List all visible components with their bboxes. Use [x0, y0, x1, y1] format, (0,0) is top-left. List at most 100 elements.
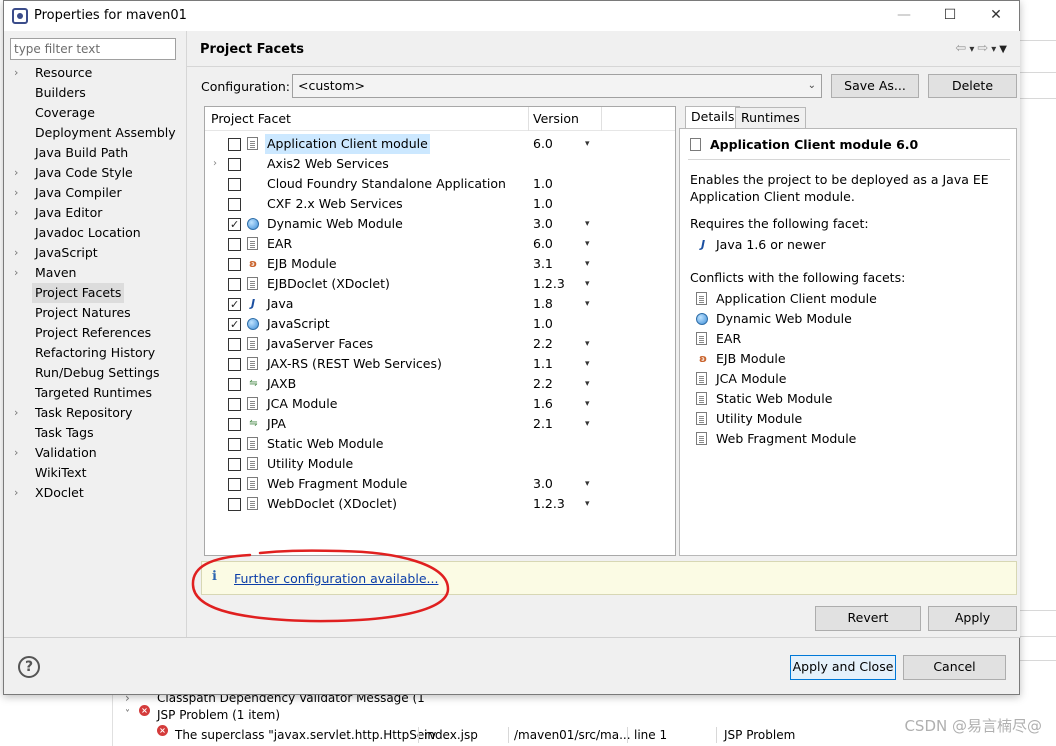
facet-row[interactable]: Utility Module [205, 454, 675, 474]
facet-row[interactable]: EJBDoclet (XDoclet) 1.2.3 ▾ [205, 274, 675, 294]
close-button[interactable]: ✕ [973, 1, 1019, 31]
help-icon[interactable]: ? [18, 656, 40, 678]
chevron-right-icon[interactable]: › [213, 154, 217, 174]
facet-checkbox[interactable] [228, 158, 241, 171]
facet-version[interactable]: 1.8 [533, 294, 553, 314]
column-header-facet[interactable]: Project Facet [211, 111, 291, 126]
save-as-button[interactable]: Save As... [831, 74, 919, 98]
facet-checkbox[interactable] [228, 178, 241, 191]
facet-checkbox[interactable] [228, 295, 241, 315]
facet-checkbox[interactable] [228, 478, 241, 491]
facet-row[interactable]: Dynamic Web Module 3.0 ▾ [205, 214, 675, 235]
facet-checkbox[interactable] [228, 258, 241, 271]
facet-version[interactable]: 2.1 [533, 414, 553, 434]
facet-checkbox[interactable] [228, 278, 241, 291]
version-dropdown-icon[interactable]: ▾ [585, 494, 590, 514]
chevron-right-icon[interactable]: › [14, 163, 18, 183]
facet-checkbox[interactable] [228, 378, 241, 391]
version-dropdown-icon[interactable]: ▾ [585, 394, 590, 414]
version-dropdown-icon[interactable]: ▾ [585, 274, 590, 294]
chevron-right-icon[interactable]: › [14, 403, 18, 423]
facet-version[interactable]: 1.2.3 [533, 494, 565, 514]
revert-button[interactable]: Revert [815, 606, 921, 631]
facet-version[interactable]: 6.0 [533, 134, 553, 154]
facet-checkbox[interactable] [228, 315, 241, 335]
version-dropdown-icon[interactable]: ▾ [585, 374, 590, 394]
facet-row[interactable]: Cloud Foundry Standalone Application 1.0 [205, 174, 675, 194]
facet-version[interactable]: 1.0 [533, 174, 553, 194]
chevron-right-icon[interactable]: › [14, 243, 18, 263]
facet-row[interactable]: EAR 6.0 ▾ [205, 234, 675, 254]
facet-row[interactable]: ʚ EJB Module 3.1 ▾ [205, 254, 675, 274]
version-dropdown-icon[interactable]: ▾ [585, 134, 590, 154]
title-bar[interactable]: Properties for maven01 — ☐ ✕ [4, 1, 1019, 31]
facet-row[interactable]: JAX-RS (REST Web Services) 1.1 ▾ [205, 354, 675, 374]
chevron-right-icon[interactable]: › [14, 63, 18, 83]
facet-version[interactable]: 2.2 [533, 334, 553, 354]
filter-input[interactable]: type filter text [10, 38, 176, 60]
version-dropdown-icon[interactable]: ▾ [585, 354, 590, 374]
facet-checkbox[interactable] [228, 338, 241, 351]
tab-details[interactable]: Details [685, 106, 741, 129]
tab-runtimes[interactable]: Runtimes [735, 107, 806, 128]
facet-version[interactable]: 1.0 [533, 314, 553, 334]
facet-checkbox[interactable] [228, 215, 241, 235]
view-menu-icon[interactable]: ▼ [999, 44, 1010, 55]
minimize-button[interactable]: — [881, 1, 927, 31]
doc-facet-icon [247, 357, 258, 370]
version-dropdown-icon[interactable]: ▾ [585, 254, 590, 274]
version-dropdown-icon[interactable]: ▾ [585, 474, 590, 494]
chevron-right-icon[interactable]: › [14, 443, 18, 463]
apply-and-close-button[interactable]: Apply and Close [790, 655, 896, 680]
facet-version[interactable]: 3.1 [533, 254, 553, 274]
version-dropdown-icon[interactable]: ▾ [585, 294, 590, 314]
facet-version[interactable]: 1.1 [533, 354, 553, 374]
facet-checkbox[interactable] [228, 358, 241, 371]
facet-row[interactable]: JavaScript 1.0 [205, 314, 675, 335]
cancel-button[interactable]: Cancel [903, 655, 1006, 680]
facet-checkbox[interactable] [228, 238, 241, 251]
facet-row[interactable]: WebDoclet (XDoclet) 1.2.3 ▾ [205, 494, 675, 514]
facet-version[interactable]: 2.2 [533, 374, 553, 394]
version-dropdown-icon[interactable]: ▾ [585, 214, 590, 234]
facet-checkbox[interactable] [228, 418, 241, 431]
version-dropdown-icon[interactable]: ▾ [585, 414, 590, 434]
further-configuration-link[interactable]: Further configuration available... [234, 571, 438, 586]
facet-version[interactable]: 1.0 [533, 194, 553, 214]
chevron-right-icon[interactable]: › [14, 263, 18, 283]
facet-checkbox[interactable] [228, 498, 241, 511]
facet-row[interactable]: JavaServer Faces 2.2 ▾ [205, 334, 675, 354]
facet-checkbox[interactable] [228, 438, 241, 451]
facet-row[interactable]: › Axis2 Web Services [205, 154, 675, 174]
facet-checkbox[interactable] [228, 458, 241, 471]
chevron-right-icon[interactable]: › [14, 483, 18, 503]
delete-button[interactable]: Delete [928, 74, 1017, 98]
facet-checkbox[interactable] [228, 198, 241, 211]
version-dropdown-icon[interactable]: ▾ [585, 234, 590, 254]
facet-version[interactable]: 3.0 [533, 474, 553, 494]
version-dropdown-icon[interactable]: ▾ [585, 334, 590, 354]
chevron-right-icon[interactable]: › [14, 183, 18, 203]
facet-row[interactable]: Web Fragment Module 3.0 ▾ [205, 474, 675, 494]
facet-version[interactable]: 1.2.3 [533, 274, 565, 294]
configuration-select[interactable]: <custom> ⌄ [292, 74, 822, 98]
facet-row[interactable]: CXF 2.x Web Services 1.0 [205, 194, 675, 214]
chevron-right-icon[interactable]: › [14, 203, 18, 223]
facet-version[interactable]: 6.0 [533, 234, 553, 254]
facet-row[interactable]: Application Client module 6.0 ▾ [205, 134, 675, 154]
back-icon[interactable]: ⇦ [955, 41, 969, 56]
facet-checkbox[interactable] [228, 138, 241, 151]
maximize-button[interactable]: ☐ [927, 1, 973, 31]
facet-row[interactable]: Static Web Module [205, 434, 675, 454]
facet-checkbox[interactable] [228, 398, 241, 411]
apply-button[interactable]: Apply [928, 606, 1017, 631]
column-header-version[interactable]: Version [533, 111, 579, 126]
facet-version[interactable]: 3.0 [533, 214, 553, 234]
facet-row[interactable]: JCA Module 1.6 ▾ [205, 394, 675, 414]
list-item-label: EJB Module [716, 351, 786, 366]
facet-row[interactable]: ⇋ JAXB 2.2 ▾ [205, 374, 675, 394]
facet-row[interactable]: ⇋ JPA 2.1 ▾ [205, 414, 675, 434]
facet-row[interactable]: J Java 1.8 ▾ [205, 294, 675, 315]
forward-icon[interactable]: ⇨ [977, 41, 991, 56]
facet-version[interactable]: 1.6 [533, 394, 553, 414]
